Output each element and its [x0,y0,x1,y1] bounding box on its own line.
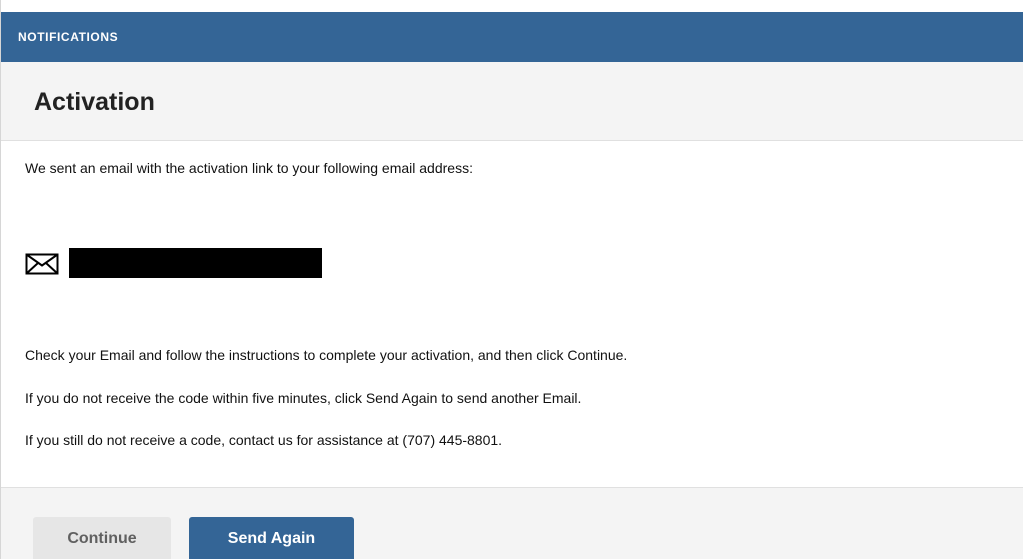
instruction-check-email: Check your Email and follow the instruct… [25,347,628,363]
activation-page: NOTIFICATIONS Activation We sent an emai… [0,0,1023,559]
instruction-contact-support: If you still do not receive a code, cont… [25,432,503,448]
continue-button[interactable]: Continue [33,517,171,559]
redacted-email-address [69,248,322,278]
instruction-send-again: If you do not receive the code within fi… [25,390,582,406]
activation-intro-text: We sent an email with the activation lin… [25,160,473,176]
notifications-section-title: NOTIFICATIONS [18,30,119,44]
action-footer: Continue Send Again [1,487,1023,559]
send-again-button[interactable]: Send Again [189,517,354,559]
title-band: Activation [1,62,1023,141]
page-title: Activation [34,88,155,116]
envelope-icon [25,253,59,275]
email-address-row [25,248,345,278]
notifications-header-bar: NOTIFICATIONS [1,12,1023,62]
